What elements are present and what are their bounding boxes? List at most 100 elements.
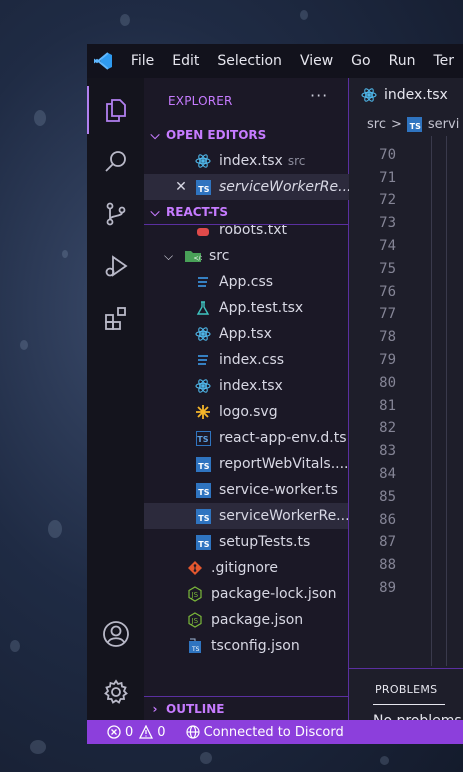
tree-item-label: logo.svg [219, 404, 278, 420]
tree-item-label: react-app-env.d.ts [219, 430, 347, 446]
tree-item-package-json[interactable]: JS package.json [144, 607, 348, 633]
css-icon [194, 351, 212, 369]
tree-item-app-css[interactable]: App.css [144, 269, 348, 295]
line-number: 89 [379, 580, 396, 596]
menu-run[interactable]: Run [380, 44, 425, 78]
tree-item-react-app-env[interactable]: TS react-app-env.d.ts [144, 425, 348, 451]
tree-item-app-tsx[interactable]: App.tsx [144, 321, 348, 347]
line-number: 78 [379, 329, 396, 346]
explorer-title: EXPLORER [168, 94, 233, 108]
tree-item-tsconfig[interactable]: TS tsconfig.json [144, 633, 348, 659]
svg-icon [194, 403, 212, 421]
line-number: 85 [379, 488, 396, 505]
react-icon [361, 87, 377, 103]
tree-item-label: package-lock.json [211, 586, 337, 602]
globe-icon [185, 725, 200, 739]
explorer-icon[interactable] [87, 86, 144, 134]
node-json-icon: JS [186, 611, 204, 629]
error-icon [107, 725, 121, 739]
tree-item-label: index.tsx [219, 378, 283, 394]
line-number: 75 [379, 260, 396, 277]
tree-item-robots[interactable]: robots.txt [144, 225, 348, 243]
menu-terminal[interactable]: Ter [424, 44, 463, 78]
tree-item-service-worker[interactable]: TS service-worker.ts [144, 477, 348, 503]
menu-selection[interactable]: Selection [208, 44, 291, 78]
open-editor-item[interactable]: ✕ TS serviceWorkerRe... [144, 174, 378, 200]
tree-item-service-worker-registration[interactable]: TS serviceWorkerRe... [144, 503, 348, 529]
breadcrumb-folder[interactable]: src [367, 117, 386, 132]
tree-item-label: index.css [219, 352, 285, 368]
line-number-gutter: 69 70 71 72 73 74 75 76 77 78 79 80 81 82 83 84 85 86 87 88… [349, 136, 409, 666]
explorer-sidebar: EXPLORER ··· ⌵ OPEN EDITORS index.tsx sr… [144, 78, 378, 721]
tree-item-report-web-vitals[interactable]: TS reportWebVitals.... [144, 451, 348, 477]
indent-guide [431, 136, 432, 666]
tree-item-index-css[interactable]: index.css [144, 347, 348, 373]
open-editors-header[interactable]: ⌵ OPEN EDITORS [144, 123, 348, 147]
txt-icon [194, 225, 212, 239]
tree-item-setup-tests[interactable]: TS setupTests.ts [144, 529, 348, 555]
title-bar: File Edit Selection View Go Run Ter [87, 44, 463, 78]
typescript-icon: TS [194, 178, 212, 196]
menu-edit[interactable]: Edit [163, 44, 208, 78]
tree-item-label: serviceWorkerRe... [219, 508, 348, 524]
outline-header[interactable]: › OUTLINE [144, 696, 348, 721]
project-label: REACT-TS [166, 205, 228, 219]
svg-text:JS: JS [191, 617, 199, 625]
more-actions-icon[interactable]: ··· [310, 86, 328, 105]
project-header[interactable]: ⌵ REACT-TS [144, 200, 348, 225]
tab-problems[interactable]: PROBLEMS [375, 683, 437, 696]
discord-status[interactable]: Connected to Discord [185, 725, 344, 740]
tree-item-app-test[interactable]: App.test.tsx [144, 295, 348, 321]
search-icon[interactable] [87, 138, 144, 186]
tree-item-src[interactable]: ⌵ </> src [144, 243, 348, 269]
menu-file[interactable]: File [122, 44, 163, 78]
vscode-logo-icon [87, 44, 122, 78]
typescript-icon: TS [194, 455, 212, 473]
open-editor-folder: src [287, 154, 306, 168]
svg-text:</>: </> [194, 255, 203, 262]
line-number: 84 [379, 466, 396, 482]
problems-status[interactable]: 0 0 [107, 725, 166, 740]
tsconfig-icon: TS [186, 637, 204, 655]
tree-item-label: reportWebVitals.... [219, 456, 348, 472]
tree-item-package-lock[interactable]: JS package-lock.json [144, 581, 348, 607]
breadcrumb-file[interactable]: servi [428, 117, 459, 132]
error-count: 0 [125, 724, 134, 740]
line-number: 88 [379, 557, 396, 574]
tree-item-logo-svg[interactable]: logo.svg [144, 399, 348, 425]
account-icon[interactable] [87, 610, 144, 658]
react-icon [194, 377, 212, 395]
chevron-right-icon: › [152, 702, 158, 716]
status-bar: 0 0 Connected to Discord [87, 720, 463, 744]
chevron-down-icon: ⌵ [164, 248, 174, 263]
chevron-down-icon: ⌵ [150, 127, 160, 142]
line-number: 74 [379, 238, 396, 254]
indent-guide [446, 136, 447, 666]
menu-view[interactable]: View [291, 44, 342, 78]
menu-go[interactable]: Go [342, 44, 379, 78]
tree-item-index-tsx[interactable]: index.tsx [144, 373, 348, 399]
active-tab-underline [373, 704, 445, 705]
svg-text:TS: TS [191, 646, 200, 653]
tree-item-label: tsconfig.json [211, 638, 300, 654]
warning-count: 0 [157, 724, 166, 740]
settings-gear-icon[interactable] [87, 668, 144, 716]
svg-text:JS: JS [191, 591, 199, 599]
line-number: 79 [379, 352, 396, 368]
open-editor-label: serviceWorkerRe... [219, 179, 352, 195]
tree-item-label: package.json [211, 612, 304, 628]
git-icon [186, 559, 204, 577]
tab-index-tsx[interactable]: index.tsx [349, 78, 463, 112]
tree-item-gitignore[interactable]: .gitignore [144, 555, 348, 581]
bottom-panel: PROBLEMS No problems [349, 668, 463, 729]
open-editor-label: index.tsx [219, 153, 283, 169]
close-icon[interactable]: ✕ [174, 179, 188, 195]
line-number: 69 [379, 136, 396, 140]
vscode-window: File Edit Selection View Go Run Ter EXPL… [87, 44, 463, 744]
source-control-icon[interactable] [87, 190, 144, 238]
extensions-icon[interactable] [87, 294, 144, 342]
tree-item-label: src [209, 248, 230, 264]
run-debug-icon[interactable] [87, 242, 144, 290]
tree-item-label: setupTests.ts [219, 534, 311, 550]
tree-item-label: App.tsx [219, 326, 272, 342]
